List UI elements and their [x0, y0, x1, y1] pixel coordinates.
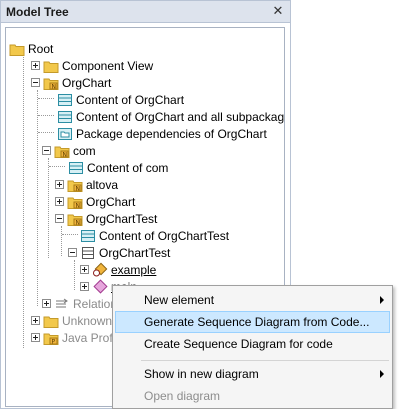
svg-text:N: N — [76, 185, 81, 192]
tree-item[interactable]: Content of OrgChartTest — [80, 227, 229, 244]
tree-connector — [38, 98, 54, 99]
menu-item-label: Create Sequence Diagram for code — [144, 337, 333, 351]
package-icon: N — [54, 143, 70, 159]
close-icon[interactable]: ✕ — [271, 4, 285, 18]
tree-connector — [23, 48, 24, 348]
collapse-toggle[interactable] — [55, 214, 64, 223]
context-menu: New element Generate Sequence Diagram fr… — [112, 285, 393, 409]
tree-connector — [62, 234, 78, 235]
submenu-arrow-icon — [380, 296, 384, 304]
package-diagram-icon — [57, 126, 73, 142]
tree-connector — [38, 115, 54, 116]
tree-item-label: com — [73, 143, 96, 158]
tree-item[interactable]: N OrgChartTest — [55, 210, 157, 227]
property-icon — [92, 262, 108, 278]
menu-item-label: Show in new diagram — [144, 367, 259, 381]
tree-connector — [49, 166, 65, 167]
tree-item-label: OrgChartTest — [99, 245, 171, 260]
svg-text:N: N — [63, 151, 68, 158]
tree-connector — [74, 260, 75, 290]
tree-item-label: Content of OrgChart and all subpackages — [76, 109, 285, 124]
tree-item-label: Root — [28, 41, 54, 56]
svg-text:N: N — [76, 202, 81, 209]
tree-item[interactable]: Package dependencies of OrgChart — [57, 125, 267, 142]
expand-toggle[interactable] — [55, 180, 64, 189]
expand-toggle[interactable] — [31, 333, 40, 342]
tree-connector — [38, 132, 54, 133]
tree-item[interactable]: Content of OrgChart and all subpackages — [57, 108, 285, 125]
package-icon: N — [67, 194, 83, 210]
tree-item[interactable]: N com — [42, 142, 96, 159]
tree-item[interactable]: Relation — [42, 295, 117, 312]
tree-item-label: OrgChart — [86, 194, 136, 209]
class-icon — [80, 245, 96, 261]
svg-text:N: N — [52, 83, 57, 90]
tree-item-label: Relation — [73, 296, 118, 311]
menu-item-open-diagram: Open diagram — [115, 385, 390, 407]
tree-item[interactable]: Root — [9, 40, 53, 57]
menu-item-generate-sequence-diagram[interactable]: Generate Sequence Diagram from Code... — [115, 311, 390, 333]
diagram-icon — [80, 228, 96, 244]
tree-item[interactable]: example — [80, 261, 156, 278]
panel-title: Model Tree — [6, 5, 69, 19]
panel-titlebar: Model Tree ✕ — [1, 1, 290, 23]
tree-connector — [48, 158, 49, 258]
tree-item[interactable]: N OrgChart — [55, 193, 135, 210]
tree-item[interactable]: Component View — [31, 57, 153, 74]
expand-toggle[interactable] — [55, 197, 64, 206]
submenu-arrow-icon — [380, 370, 384, 378]
tree-item-label: Java Profil — [62, 330, 119, 345]
svg-text:N: N — [76, 219, 81, 226]
tree-item[interactable]: Content of com — [68, 159, 168, 176]
svg-text:P: P — [52, 338, 56, 345]
profile-icon: P — [43, 330, 59, 346]
tree-item-label: Content of com — [87, 160, 169, 175]
package-icon: N — [67, 177, 83, 193]
tree-item-label: example — [111, 262, 157, 277]
tree-item[interactable]: OrgChartTest — [68, 244, 170, 261]
menu-item-label: Open diagram — [144, 389, 221, 403]
tree-item-label: Content of OrgChart — [76, 92, 185, 107]
tree-connector — [61, 226, 62, 256]
tree-item-label: Unknown — [62, 313, 113, 328]
expand-toggle[interactable] — [31, 61, 40, 70]
tree-connector — [37, 90, 38, 306]
menu-item-new-element[interactable]: New element — [115, 289, 390, 311]
folder-icon — [43, 313, 59, 329]
tree-item[interactable]: P Java Profil — [31, 329, 118, 346]
collapse-toggle[interactable] — [31, 78, 40, 87]
tree-item[interactable]: N altova — [55, 176, 118, 193]
diagram-icon — [68, 160, 84, 176]
folder-icon — [9, 41, 25, 57]
menu-item-create-sequence-diagram[interactable]: Create Sequence Diagram for code — [115, 333, 390, 355]
expand-toggle[interactable] — [80, 282, 89, 291]
diagram-icon — [57, 92, 73, 108]
tree-item-label: OrgChartTest — [86, 211, 158, 226]
menu-item-show-in-new-diagram[interactable]: Show in new diagram — [115, 363, 390, 385]
collapse-toggle[interactable] — [42, 146, 51, 155]
menu-separator — [141, 360, 389, 361]
tree-item-label: Content of OrgChartTest — [99, 228, 230, 243]
tree-item-label: altova — [86, 177, 119, 192]
expand-toggle[interactable] — [31, 316, 40, 325]
collapse-toggle[interactable] — [68, 248, 77, 257]
relations-icon — [54, 296, 70, 312]
diagram-icon — [57, 109, 73, 125]
menu-item-label: New element — [144, 293, 215, 307]
tree-item[interactable]: N OrgChart — [31, 74, 111, 91]
expand-toggle[interactable] — [42, 299, 51, 308]
package-icon: N — [43, 75, 59, 91]
tree-item-label: Component View — [62, 58, 154, 73]
tree-item-label: OrgChart — [62, 75, 112, 90]
menu-item-label: Generate Sequence Diagram from Code... — [144, 315, 370, 329]
operation-icon — [92, 278, 108, 295]
tree-item[interactable]: Content of OrgChart — [57, 91, 184, 108]
package-icon: N — [67, 211, 83, 227]
tree-item[interactable]: Unknown — [31, 312, 112, 329]
folder-icon — [43, 58, 59, 74]
expand-toggle[interactable] — [80, 265, 89, 274]
tree-item-label: Package dependencies of OrgChart — [76, 126, 267, 141]
